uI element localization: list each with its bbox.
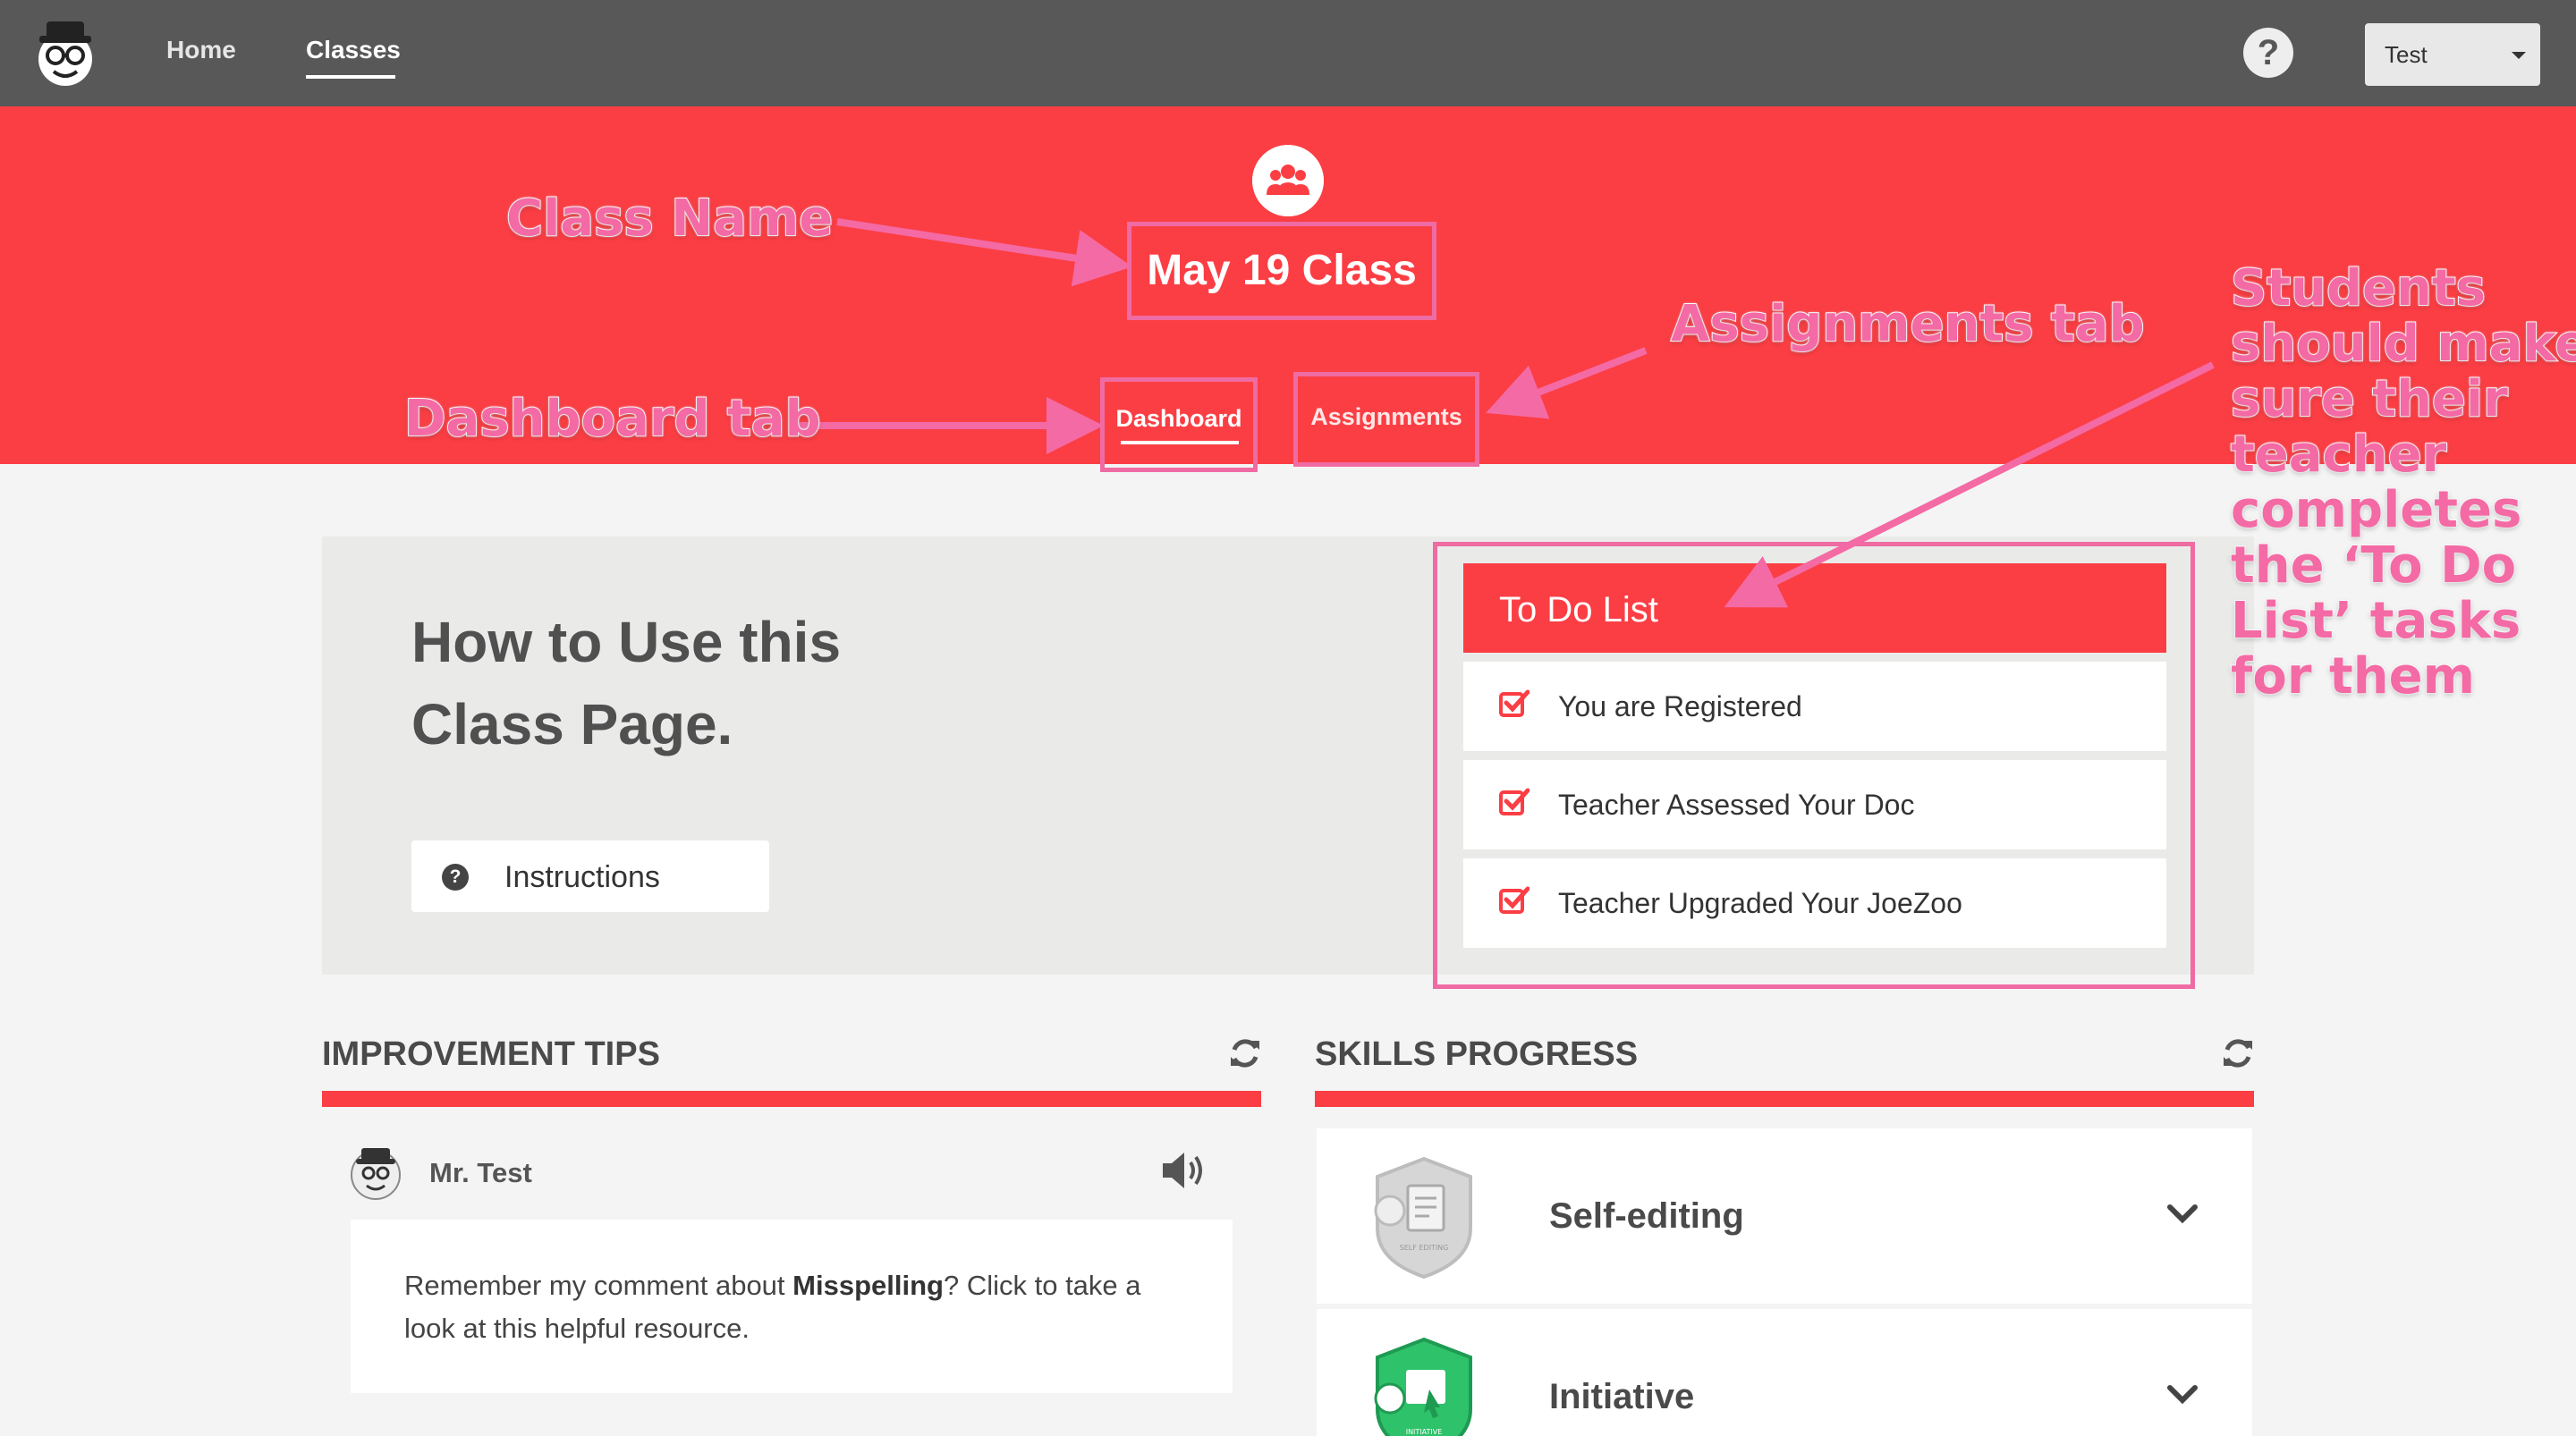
todo-item: You are Registered — [1463, 662, 2166, 751]
chevron-down-icon[interactable] — [2165, 1200, 2200, 1227]
tab-assignments-label: Assignments — [1310, 403, 1462, 430]
improvement-tips-title: IMPROVEMENT TIPS — [322, 1035, 660, 1073]
top-navbar: Home Classes ? Test — [0, 0, 2576, 106]
skill-row-self-editing[interactable]: SELF EDITING Self-editing — [1317, 1128, 2252, 1304]
nav-active-indicator — [306, 75, 395, 79]
annotation-line: completes — [2230, 481, 2522, 539]
checkbox-checked-icon — [1499, 689, 1530, 717]
self-editing-badge-icon: SELF EDITING — [1374, 1156, 1472, 1280]
svg-text:INITIATIVE: INITIATIVE — [1406, 1428, 1443, 1436]
skills-progress-bar — [1315, 1091, 2254, 1107]
tip-highlight: Misspelling — [792, 1270, 944, 1301]
tip-text: Remember my comment about Misspelling? C… — [404, 1264, 1191, 1350]
intro-title: How to Use this Class Page. — [411, 610, 842, 756]
tip-text-part: Remember my comment about — [404, 1270, 793, 1301]
svg-text:SELF EDITING: SELF EDITING — [1400, 1244, 1449, 1252]
chevron-down-icon[interactable] — [2165, 1381, 2200, 1407]
nav-home-link[interactable]: Home — [166, 36, 236, 64]
annotation-line: the ‘To Do — [2230, 536, 2517, 595]
annotation-line: should make — [2230, 315, 2576, 373]
todo-item: Teacher Assessed Your Doc — [1463, 760, 2166, 849]
group-icon — [1252, 145, 1324, 216]
tab-dashboard-label: Dashboard — [1115, 405, 1242, 432]
tab-active-indicator — [1121, 441, 1239, 444]
todo-item: Teacher Upgraded Your JoeZoo — [1463, 858, 2166, 948]
annotation-line: sure their — [2230, 370, 2509, 428]
todo-list-title: To Do List — [1499, 590, 1658, 629]
annotation-assignments-tab: Assignments tab — [1670, 294, 2146, 354]
tip-author: Mr. Test — [429, 1157, 532, 1188]
class-name-title: May 19 Class — [1127, 222, 1436, 320]
checkbox-checked-icon — [1499, 788, 1530, 815]
tab-assignments[interactable]: Assignments — [1293, 372, 1479, 467]
skill-name: Self-editing — [1549, 1196, 1744, 1236]
skills-progress-title: SKILLS PROGRESS — [1315, 1035, 1639, 1073]
annotation-line: Students — [2230, 259, 2487, 317]
refresh-icon[interactable] — [2220, 1035, 2256, 1071]
skill-name: Initiative — [1549, 1377, 1695, 1416]
skill-row-initiative[interactable]: INITIATIVE Initiative — [1317, 1309, 2252, 1436]
nav-classes-link[interactable]: Classes — [306, 36, 401, 64]
annotation-class-name: Class Name — [505, 189, 834, 249]
teacher-avatar — [351, 1148, 401, 1200]
todo-item-label: Teacher Upgraded Your JoeZoo — [1558, 887, 1962, 919]
refresh-icon[interactable] — [1227, 1035, 1263, 1071]
tip-card[interactable]: Remember my comment about Misspelling? C… — [351, 1220, 1233, 1393]
annotation-line: for them — [2230, 647, 2476, 705]
annotation-line: teacher — [2230, 426, 2447, 484]
annotation-dashboard-tab: Dashboard tab — [403, 389, 822, 449]
question-circle-icon: ? — [442, 864, 469, 891]
help-icon[interactable]: ? — [2243, 28, 2293, 78]
instructions-button[interactable]: ? Instructions — [411, 840, 769, 912]
tab-dashboard[interactable]: Dashboard — [1100, 377, 1258, 472]
todo-item-label: You are Registered — [1558, 690, 1802, 722]
user-dropdown[interactable]: Test — [2365, 23, 2540, 86]
todo-list-header: To Do List — [1463, 563, 2166, 653]
annotation-line: List’ tasks — [2230, 592, 2521, 650]
improvement-tips-bar — [322, 1091, 1261, 1107]
joezoo-logo[interactable] — [34, 16, 97, 89]
instructions-button-label: Instructions — [504, 860, 660, 894]
annotation-students-note: Students should make sure their teacher … — [2230, 259, 2576, 705]
speaker-icon[interactable] — [1159, 1148, 1209, 1193]
caret-down-icon — [2512, 52, 2526, 59]
checkbox-checked-icon — [1499, 886, 1530, 914]
initiative-badge-icon: INITIATIVE — [1374, 1337, 1472, 1436]
user-dropdown-value: Test — [2385, 41, 2428, 68]
todo-item-label: Teacher Assessed Your Doc — [1558, 789, 1915, 821]
